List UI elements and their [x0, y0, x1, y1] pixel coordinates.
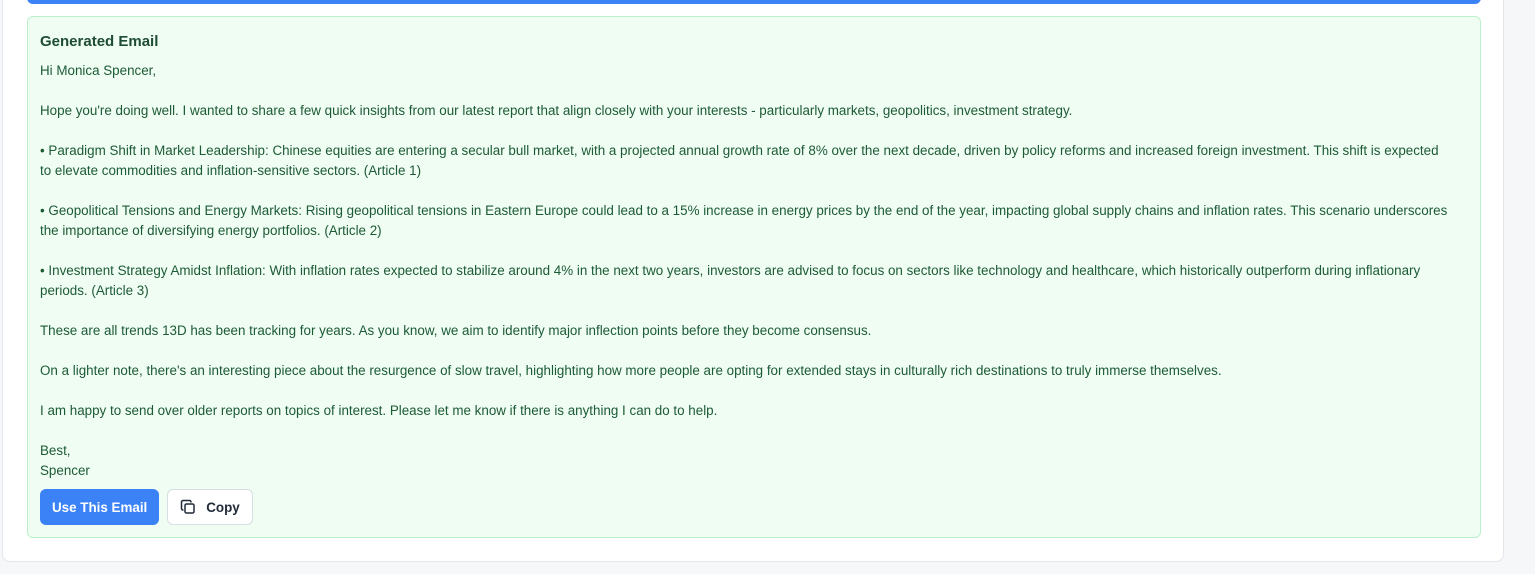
use-this-email-button[interactable]: Use This Email — [40, 489, 160, 525]
email-bullet-1: • Paradigm Shift in Market Leadership: C… — [40, 143, 1439, 178]
email-intro: Hope you're doing well. I wanted to shar… — [40, 103, 1073, 118]
email-greeting: Hi Monica Spencer, — [40, 63, 157, 78]
copy-button-label: Copy — [206, 499, 240, 515]
panel-title: Generated Email — [40, 33, 159, 50]
email-lighter-note: On a lighter note, there's an interestin… — [40, 363, 1222, 378]
copy-icon — [180, 499, 196, 515]
copy-button[interactable]: Copy — [167, 489, 253, 525]
generated-email-panel: Generated Email Hi Monica Spencer, Hope … — [27, 16, 1481, 538]
email-bullet-3: • Investment Strategy Amidst Inflation: … — [40, 263, 1421, 298]
top-accent-bar — [27, 0, 1481, 4]
email-actions: Use This Email Copy — [40, 489, 253, 525]
email-signoff: Best, Spencer — [40, 443, 90, 478]
email-bullet-2: • Geopolitical Tensions and Energy Marke… — [40, 203, 1448, 238]
email-trends: These are all trends 13D has been tracki… — [40, 323, 872, 338]
email-body: Hi Monica Spencer, Hope you're doing wel… — [40, 61, 1450, 481]
email-offer: I am happy to send over older reports on… — [40, 403, 718, 418]
